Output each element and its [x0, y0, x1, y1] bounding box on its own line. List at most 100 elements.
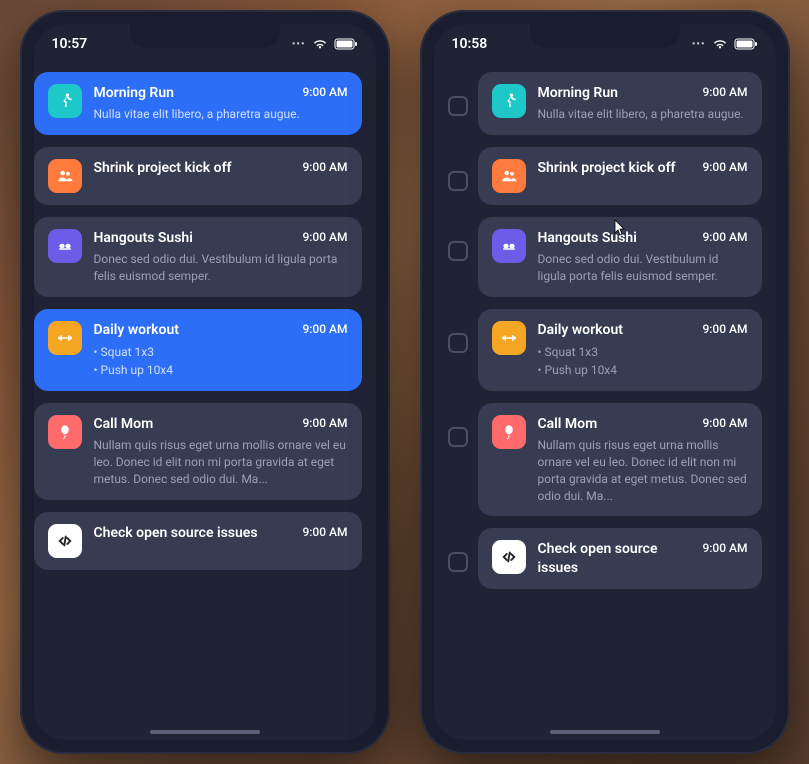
- task-time: 9:00 AM: [302, 416, 347, 430]
- task-checkbox[interactable]: [448, 333, 468, 353]
- task-time: 9:00 AM: [702, 160, 747, 174]
- sushi-icon: [48, 229, 82, 263]
- checkbox-column: [448, 403, 468, 447]
- task-row: Check open source issues 9:00 AM: [34, 512, 362, 570]
- task-card[interactable]: Hangouts Sushi 9:00 AM Donec sed odio du…: [34, 217, 362, 297]
- task-row: Daily workout 9:00 AM • Squat 1x3• Push …: [34, 309, 362, 391]
- task-time: 9:00 AM: [702, 230, 747, 244]
- task-time: 9:00 AM: [702, 322, 747, 336]
- notch: [130, 24, 280, 48]
- task-card[interactable]: Call Mom 9:00 AM Nullam quis risus eget …: [478, 403, 762, 516]
- home-indicator[interactable]: [550, 730, 660, 734]
- task-card[interactable]: Call Mom 9:00 AM Nullam quis risus eget …: [34, 403, 362, 500]
- task-title: Call Mom: [94, 415, 154, 433]
- task-card[interactable]: Daily workout 9:00 AM • Squat 1x3• Push …: [478, 309, 762, 391]
- battery-icon: [734, 38, 758, 50]
- phone-mockup: 10:58 ••• Morning Run: [420, 10, 790, 754]
- task-checkbox[interactable]: [448, 552, 468, 572]
- task-list[interactable]: Morning Run 9:00 AM Nulla vitae elit lib…: [434, 64, 776, 740]
- task-desc: Nulla vitae elit libero, a pharetra augu…: [538, 106, 748, 123]
- task-body: Daily workout 9:00 AM • Squat 1x3• Push …: [538, 321, 748, 379]
- task-body: Call Mom 9:00 AM Nullam quis risus eget …: [94, 415, 348, 488]
- task-body: Hangouts Sushi 9:00 AM Donec sed odio du…: [538, 229, 748, 285]
- task-title: Morning Run: [94, 84, 174, 102]
- dumbbell-icon: [492, 321, 526, 355]
- task-title: Check open source issues: [94, 524, 258, 542]
- task-row: Hangouts Sushi 9:00 AM Donec sed odio du…: [448, 217, 762, 297]
- task-body: Morning Run 9:00 AM Nulla vitae elit lib…: [94, 84, 348, 123]
- task-body: Check open source issues 9:00 AM: [94, 524, 348, 558]
- task-time: 9:00 AM: [302, 230, 347, 244]
- task-body: Morning Run 9:00 AM Nulla vitae elit lib…: [538, 84, 748, 123]
- status-time: 10:58: [452, 36, 488, 52]
- task-body: Check open source issues 9:00 AM: [538, 540, 748, 576]
- code-icon: [492, 540, 526, 574]
- people-icon: [48, 159, 82, 193]
- task-card[interactable]: Check open source issues 9:00 AM: [34, 512, 362, 570]
- notch: [530, 24, 680, 48]
- checkbox-column: [448, 528, 468, 572]
- task-time: 9:00 AM: [302, 322, 347, 336]
- task-title: Morning Run: [538, 84, 618, 102]
- task-card[interactable]: Hangouts Sushi 9:00 AM Donec sed odio du…: [478, 217, 762, 297]
- task-card[interactable]: Shrink project kick off 9:00 AM: [478, 147, 762, 205]
- task-checkbox[interactable]: [448, 96, 468, 116]
- running-icon: [48, 84, 82, 118]
- task-body: Hangouts Sushi 9:00 AM Donec sed odio du…: [94, 229, 348, 285]
- checkbox-column: [448, 147, 468, 191]
- cellular-icon: •••: [692, 39, 706, 50]
- task-time: 9:00 AM: [302, 85, 347, 99]
- task-card[interactable]: Daily workout 9:00 AM • Squat 1x3• Push …: [34, 309, 362, 391]
- task-checkbox[interactable]: [448, 171, 468, 191]
- task-card[interactable]: Morning Run 9:00 AM Nulla vitae elit lib…: [34, 72, 362, 135]
- task-body: Daily workout 9:00 AM • Squat 1x3• Push …: [94, 321, 348, 379]
- sushi-icon: [492, 229, 526, 263]
- task-desc: Nullam quis risus eget urna mollis ornar…: [538, 437, 748, 504]
- checkbox-column: [448, 217, 468, 261]
- phone-mockup: 10:57 ••• Morning Run: [20, 10, 390, 754]
- task-desc: Nullam quis risus eget urna mollis ornar…: [94, 437, 348, 487]
- balloon-icon: [492, 415, 526, 449]
- home-indicator[interactable]: [150, 730, 260, 734]
- status-time: 10:57: [52, 36, 88, 52]
- task-title: Daily workout: [94, 321, 179, 339]
- task-time: 9:00 AM: [302, 160, 347, 174]
- wifi-icon: [712, 38, 728, 50]
- checkbox-column: [448, 72, 468, 116]
- task-title: Shrink project kick off: [94, 159, 232, 177]
- task-title: Check open source issues: [538, 540, 693, 576]
- task-desc: Donec sed odio dui. Vestibulum id ligula…: [94, 251, 348, 285]
- task-card[interactable]: Morning Run 9:00 AM Nulla vitae elit lib…: [478, 72, 762, 135]
- task-row: Check open source issues 9:00 AM: [448, 528, 762, 588]
- task-card[interactable]: Shrink project kick off 9:00 AM: [34, 147, 362, 205]
- task-row: Hangouts Sushi 9:00 AM Donec sed odio du…: [34, 217, 362, 297]
- task-row: Shrink project kick off 9:00 AM: [34, 147, 362, 205]
- task-row: Call Mom 9:00 AM Nullam quis risus eget …: [448, 403, 762, 516]
- dumbbell-icon: [48, 321, 82, 355]
- task-title: Call Mom: [538, 415, 598, 433]
- phone-screen: 10:57 ••• Morning Run: [34, 24, 376, 740]
- task-sublist: • Squat 1x3• Push up 10x4: [538, 343, 748, 379]
- task-body: Shrink project kick off 9:00 AM: [94, 159, 348, 193]
- battery-icon: [334, 38, 358, 50]
- task-row: Shrink project kick off 9:00 AM: [448, 147, 762, 205]
- task-card[interactable]: Check open source issues 9:00 AM: [478, 528, 762, 588]
- task-time: 9:00 AM: [702, 541, 747, 555]
- task-title: Hangouts Sushi: [538, 229, 637, 247]
- task-title: Daily workout: [538, 321, 623, 339]
- task-desc: Donec sed odio dui. Vestibulum id ligula…: [538, 251, 748, 285]
- checkbox-column: [448, 309, 468, 353]
- task-row: Call Mom 9:00 AM Nullam quis risus eget …: [34, 403, 362, 500]
- task-title: Hangouts Sushi: [94, 229, 193, 247]
- task-checkbox[interactable]: [448, 241, 468, 261]
- balloon-icon: [48, 415, 82, 449]
- task-body: Call Mom 9:00 AM Nullam quis risus eget …: [538, 415, 748, 504]
- task-desc: Nulla vitae elit libero, a pharetra augu…: [94, 106, 348, 123]
- task-checkbox[interactable]: [448, 427, 468, 447]
- task-list[interactable]: Morning Run 9:00 AM Nulla vitae elit lib…: [34, 64, 376, 740]
- task-time: 9:00 AM: [302, 525, 347, 539]
- running-icon: [492, 84, 526, 118]
- task-body: Shrink project kick off 9:00 AM: [538, 159, 748, 193]
- task-row: Daily workout 9:00 AM • Squat 1x3• Push …: [448, 309, 762, 391]
- code-icon: [48, 524, 82, 558]
